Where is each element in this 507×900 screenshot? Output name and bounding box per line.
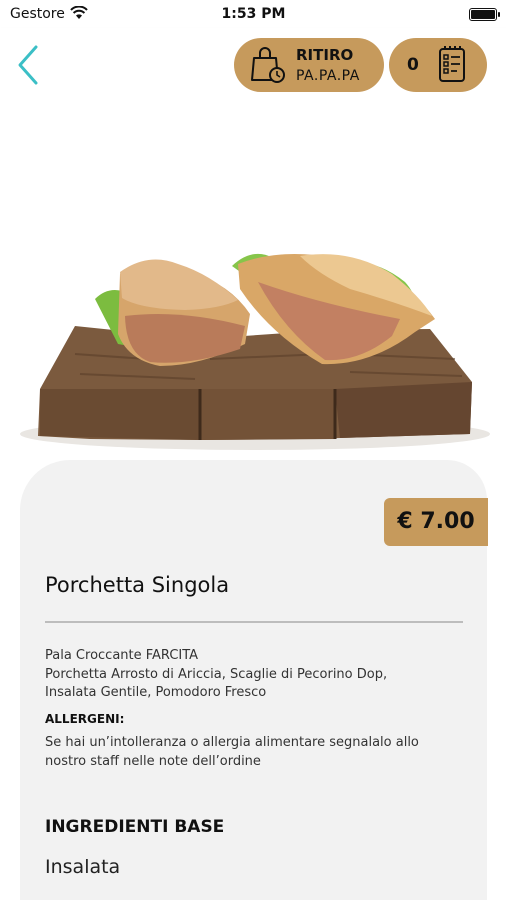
cart-count: 0 <box>407 55 419 75</box>
description-line: Insalata Gentile, Pomodoro Fresco <box>45 685 267 700</box>
allergens-heading: ALLERGENI: <box>45 712 125 726</box>
shopping-bag-clock-icon <box>251 47 285 83</box>
divider <box>45 621 463 623</box>
pickup-location-button[interactable]: RITIRO PA.PA.PA <box>234 38 384 92</box>
top-bar: RITIRO PA.PA.PA 0 <box>0 28 507 104</box>
clock: 1:53 PM <box>221 6 286 22</box>
battery-icon <box>469 8 500 21</box>
description-line: Porchetta Arrosto di Ariccia, Scaglie di… <box>45 666 388 682</box>
back-chevron-icon <box>18 45 38 85</box>
pickup-location-name: PA.PA.PA <box>296 68 360 84</box>
cart-button[interactable]: 0 <box>389 38 487 92</box>
description-line: Pala Croccante FARCITA <box>45 648 199 663</box>
allergens-line: nostro staff nelle note dell’ordine <box>45 753 261 769</box>
price-badge: € 7.00 <box>384 498 488 546</box>
back-button[interactable] <box>14 44 44 86</box>
order-list-icon <box>439 46 465 82</box>
pickup-label: RITIRO <box>296 46 354 64</box>
product-title: Porchetta Singola <box>45 573 230 597</box>
allergens-line: Se hai un’intolleranza o allergia alimen… <box>45 735 419 750</box>
status-bar: Gestore 1:53 PM <box>0 0 507 28</box>
product-description: Pala Croccante FARCITA Porchetta Arrosto… <box>45 647 465 703</box>
allergens-note: Se hai un’intolleranza o allergia alimen… <box>45 734 465 771</box>
ingredient-item[interactable]: Insalata <box>45 856 120 878</box>
ingredients-heading: INGREDIENTI BASE <box>45 817 225 837</box>
